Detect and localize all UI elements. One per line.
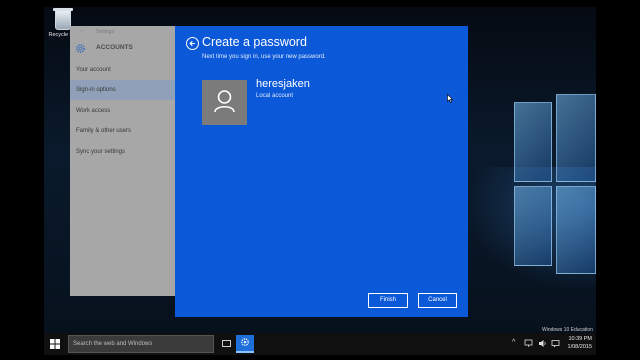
nav-family-other-users[interactable]: Family & other users <box>70 121 176 141</box>
mouse-cursor-icon <box>447 94 453 103</box>
settings-gear-icon <box>241 338 249 346</box>
network-icon[interactable] <box>524 339 533 348</box>
nav-work-access[interactable]: Work access <box>70 101 176 121</box>
tray-chevron-icon[interactable]: ^ <box>512 339 515 346</box>
volume-icon[interactable] <box>538 339 547 348</box>
notification-icon[interactable] <box>551 339 560 348</box>
logo-pane <box>556 94 596 182</box>
create-password-dialog: Create a password Next time you sign in,… <box>175 26 468 317</box>
nav-your-account[interactable]: Your account <box>70 60 176 80</box>
settings-taskbar-button[interactable] <box>236 335 254 353</box>
task-view-icon[interactable] <box>222 340 231 347</box>
finish-button[interactable]: Finish <box>368 293 408 308</box>
logo-pane <box>556 186 596 274</box>
nav-sign-in-options[interactable]: Sign-in options <box>70 80 176 100</box>
nav-sync-settings[interactable]: Sync your settings <box>70 142 176 162</box>
screen: Recycle Bin ← Settings ACCOUNTS Your acc… <box>0 0 640 360</box>
settings-window-title: Settings <box>96 29 115 35</box>
cancel-button[interactable]: Cancel <box>418 293 457 308</box>
logo-pane <box>514 186 552 266</box>
taskbar-search-input[interactable]: Search the web and Windows <box>68 335 214 353</box>
recycle-bin-icon <box>53 8 73 30</box>
accounts-gear-icon <box>76 44 85 53</box>
clock-date: 1/08/2015 <box>567 343 592 350</box>
taskbar-clock[interactable]: 10:39 PM 1/08/2015 <box>564 336 592 351</box>
windows-start-icon[interactable] <box>50 339 60 349</box>
back-arrow-icon[interactable] <box>186 37 199 50</box>
user-avatar-icon <box>202 80 247 125</box>
account-type: Local account <box>256 93 294 99</box>
taskbar: Search the web and Windows ^ 10:39 PM 1/… <box>44 333 596 355</box>
logo-pane <box>514 102 552 182</box>
accounts-heading: ACCOUNTS <box>96 44 133 51</box>
dialog-title: Create a password <box>202 35 307 49</box>
clock-time: 10:39 PM <box>568 336 592 342</box>
settings-back-icon[interactable]: ← <box>79 27 86 34</box>
username: heresjaken <box>256 78 310 90</box>
dialog-subtitle: Next time you sign in, use your new pass… <box>202 54 326 60</box>
wallpaper-windows-logo <box>514 94 596 274</box>
